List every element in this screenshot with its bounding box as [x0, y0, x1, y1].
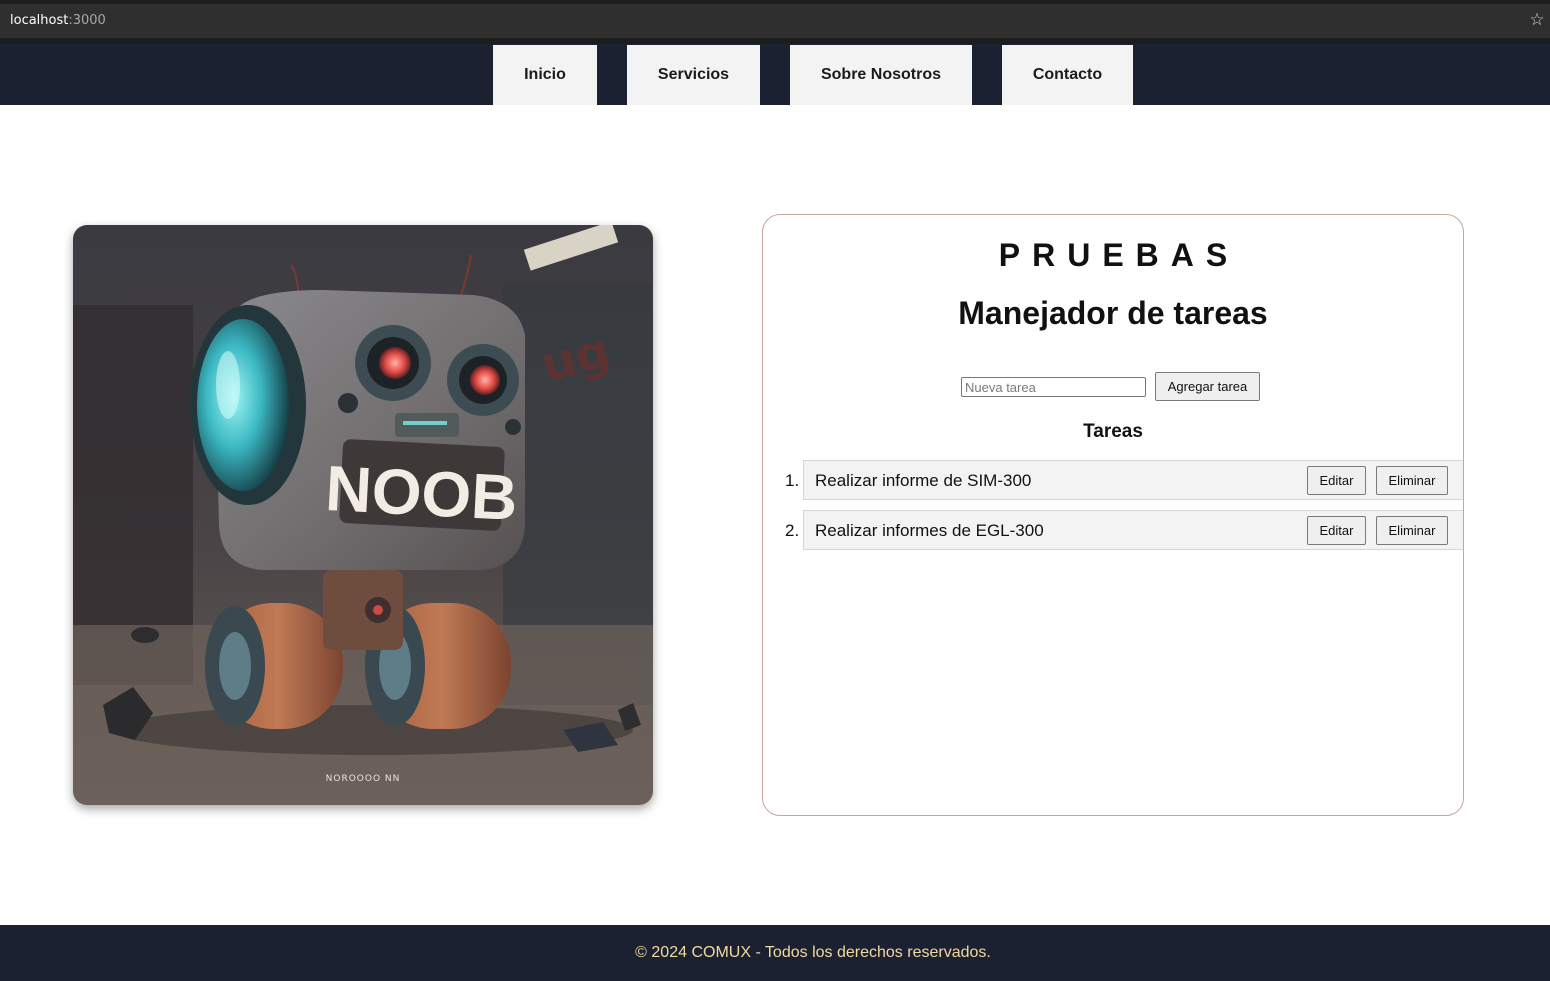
brand-heading: PRUEBAS	[998, 237, 1240, 273]
delete-button[interactable]: Eliminar	[1376, 516, 1448, 545]
task-number: 2.	[785, 521, 800, 540]
edit-button[interactable]: Editar	[1307, 466, 1366, 495]
task-list-title: Tareas	[1083, 421, 1143, 442]
add-task-button[interactable]: Agregar tarea	[1155, 372, 1260, 401]
address-bar[interactable]: localhost:3000 ☆	[0, 4, 1550, 38]
sign-text: NOOB	[324, 452, 520, 534]
robot-image: ug NOOB NOROOOO NN	[73, 225, 653, 805]
task-text: Realizar informes de EGL-300	[815, 521, 1044, 540]
nav-item-sobre-nosotros[interactable]: Sobre Nosotros	[790, 45, 972, 105]
edit-button[interactable]: Editar	[1307, 516, 1366, 545]
nav-item-servicios[interactable]: Servicios	[627, 45, 760, 105]
nav-item-contacto[interactable]: Contacto	[1002, 45, 1133, 105]
new-task-input[interactable]	[961, 377, 1146, 397]
address-text[interactable]: localhost:3000	[10, 13, 106, 28]
list-item: 2. Realizar informes de EGL-300 Editar E…	[785, 510, 1463, 550]
task-number: 1.	[785, 471, 800, 490]
image-watermark: NOROOOO NN	[326, 774, 401, 784]
page-title: Manejador de tareas	[958, 295, 1268, 331]
task-text: Realizar informe de SIM-300	[815, 471, 1032, 490]
nav-item-inicio[interactable]: Inicio	[493, 45, 597, 105]
url-host: localhost	[10, 13, 69, 28]
robot-illustration: ug NOOB NOROOOO NN	[73, 225, 653, 805]
url-port: :3000	[68, 13, 106, 28]
site-footer: © 2024 COMUX - Todos los derechos reserv…	[0, 925, 1550, 981]
footer-text: © 2024 COMUX - Todos los derechos reserv…	[635, 944, 991, 961]
delete-button[interactable]: Eliminar	[1376, 466, 1448, 495]
task-panel: PRUEBAS Manejador de tareas Agregar tare…	[762, 214, 1464, 816]
browser-toolbar: localhost:3000 ☆	[0, 0, 1550, 44]
list-item: 1. Realizar informe de SIM-300 Editar El…	[785, 460, 1463, 500]
main-nav: Inicio Servicios Sobre Nosotros Contacto	[0, 44, 1550, 105]
star-icon[interactable]: ☆	[1528, 11, 1546, 29]
